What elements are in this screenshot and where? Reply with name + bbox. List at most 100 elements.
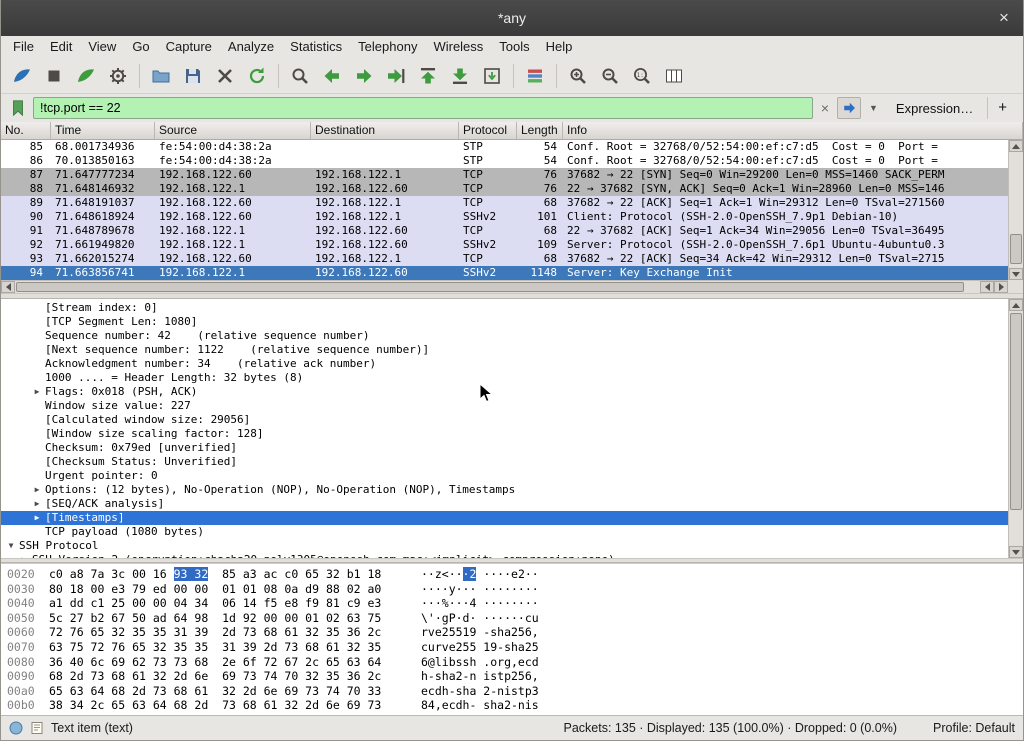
column-header-no[interactable]: No. bbox=[1, 122, 51, 139]
go-back-icon[interactable] bbox=[317, 62, 347, 90]
close-file-icon[interactable] bbox=[210, 62, 240, 90]
start-capture-icon[interactable] bbox=[7, 62, 37, 90]
expander-right-icon[interactable]: ▶ bbox=[29, 497, 45, 511]
column-header-protocol[interactable]: Protocol bbox=[459, 122, 517, 139]
colorize-icon[interactable] bbox=[520, 62, 550, 90]
auto-scroll-icon[interactable] bbox=[477, 62, 507, 90]
detail-line[interactable]: Urgent pointer: 0 bbox=[1, 469, 1008, 483]
hex-row[interactable]: 008036 40 6c 69 62 73 73 68 2e 6f 72 67 … bbox=[7, 655, 1023, 670]
detail-line[interactable]: [Next sequence number: 1122 (relative se… bbox=[1, 343, 1008, 357]
column-header-info[interactable]: Info bbox=[563, 122, 1023, 139]
menu-telephony[interactable]: Telephony bbox=[350, 36, 425, 58]
resize-columns-icon[interactable] bbox=[659, 62, 689, 90]
packet-row[interactable]: 9271.661949820192.168.122.1192.168.122.6… bbox=[1, 238, 1008, 252]
hex-row[interactable]: 00505c 27 b2 67 50 ad 64 98 1d 92 00 00 … bbox=[7, 611, 1023, 626]
add-filter-button[interactable]: + bbox=[987, 97, 1017, 119]
filter-dropdown-icon[interactable]: ▼ bbox=[865, 103, 882, 113]
detail-line[interactable]: [TCP Segment Len: 1080] bbox=[1, 315, 1008, 329]
packet-row[interactable]: 8871.648146932192.168.122.1192.168.122.6… bbox=[1, 182, 1008, 196]
menu-file[interactable]: File bbox=[5, 36, 42, 58]
column-header-source[interactable]: Source bbox=[155, 122, 311, 139]
menu-analyze[interactable]: Analyze bbox=[220, 36, 282, 58]
detail-line[interactable]: Window size value: 227 bbox=[1, 399, 1008, 413]
scroll-left-icon[interactable] bbox=[980, 281, 994, 293]
find-packet-icon[interactable] bbox=[285, 62, 315, 90]
vscroll-thumb[interactable] bbox=[1010, 234, 1022, 264]
menu-go[interactable]: Go bbox=[124, 36, 157, 58]
hex-row[interactable]: 006072 76 65 32 35 35 31 39 2d 73 68 61 … bbox=[7, 625, 1023, 640]
packet-row[interactable]: 8771.647777234192.168.122.60192.168.122.… bbox=[1, 168, 1008, 182]
detail-line[interactable]: 1000 .... = Header Length: 32 bytes (8) bbox=[1, 371, 1008, 385]
expander-down-icon[interactable]: ▼ bbox=[3, 539, 19, 553]
scroll-up-icon[interactable] bbox=[1009, 299, 1023, 311]
detail-line[interactable]: ▼SSH Protocol bbox=[1, 539, 1008, 553]
menu-wireless[interactable]: Wireless bbox=[425, 36, 491, 58]
packet-list-vscrollbar[interactable] bbox=[1008, 140, 1023, 280]
menu-help[interactable]: Help bbox=[538, 36, 581, 58]
menu-statistics[interactable]: Statistics bbox=[282, 36, 350, 58]
detail-line[interactable]: ▶SSH Version 2 (encryption:chacha20-poly… bbox=[1, 553, 1008, 558]
hex-row[interactable]: 009068 2d 73 68 61 32 2d 6e 69 73 74 70 … bbox=[7, 669, 1023, 684]
menu-view[interactable]: View bbox=[80, 36, 124, 58]
hex-row[interactable]: 00a065 63 64 68 2d 73 68 61 32 2d 6e 69 … bbox=[7, 684, 1023, 699]
window-close-button[interactable]: × bbox=[994, 8, 1014, 28]
scroll-up-icon[interactable] bbox=[1009, 140, 1023, 152]
detail-line[interactable]: [Window size scaling factor: 128] bbox=[1, 427, 1008, 441]
zoom-out-icon[interactable] bbox=[595, 62, 625, 90]
expander-right-icon[interactable]: ▶ bbox=[16, 553, 32, 558]
scroll-right-icon[interactable] bbox=[994, 281, 1008, 293]
detail-line[interactable]: ▶[SEQ/ACK analysis] bbox=[1, 497, 1008, 511]
scroll-down-icon[interactable] bbox=[1009, 546, 1023, 558]
detail-line[interactable]: TCP payload (1080 bytes) bbox=[1, 525, 1008, 539]
menu-capture[interactable]: Capture bbox=[158, 36, 220, 58]
packet-row[interactable]: 8971.648191037192.168.122.60192.168.122.… bbox=[1, 196, 1008, 210]
packet-row[interactable]: 8568.001734936fe:54:00:d4:38:2aSTP54Conf… bbox=[1, 140, 1008, 154]
expander-right-icon[interactable]: ▶ bbox=[29, 483, 45, 497]
vscroll-thumb[interactable] bbox=[1010, 313, 1022, 510]
restart-capture-icon[interactable] bbox=[71, 62, 101, 90]
hex-row[interactable]: 0040a1 dd c1 25 00 00 04 34 06 14 f5 e8 … bbox=[7, 596, 1023, 611]
column-header-length[interactable]: Length bbox=[517, 122, 563, 139]
reload-file-icon[interactable] bbox=[242, 62, 272, 90]
zoom-original-icon[interactable]: 1:1 bbox=[627, 62, 657, 90]
filter-clear-icon[interactable]: × bbox=[817, 97, 833, 119]
details-vscrollbar[interactable] bbox=[1008, 299, 1023, 558]
open-file-icon[interactable] bbox=[146, 62, 176, 90]
go-first-packet-icon[interactable] bbox=[413, 62, 443, 90]
detail-line[interactable]: ▶[Timestamps] bbox=[1, 511, 1008, 525]
detail-line[interactable]: Checksum: 0x79ed [unverified] bbox=[1, 441, 1008, 455]
scroll-down-icon[interactable] bbox=[1009, 268, 1023, 280]
packet-row[interactable]: 8670.013850163fe:54:00:d4:38:2aSTP54Conf… bbox=[1, 154, 1008, 168]
detail-line[interactable]: Sequence number: 42 (relative sequence n… bbox=[1, 329, 1008, 343]
display-filter-input[interactable] bbox=[33, 97, 813, 119]
detail-line[interactable]: [Stream index: 0] bbox=[1, 301, 1008, 315]
column-header-time[interactable]: Time bbox=[51, 122, 155, 139]
hex-row[interactable]: 003080 18 00 e3 79 ed 00 00 01 01 08 0a … bbox=[7, 582, 1023, 597]
menu-tools[interactable]: Tools bbox=[491, 36, 537, 58]
filter-apply-icon[interactable] bbox=[837, 97, 861, 119]
hex-row[interactable]: 007063 75 72 76 65 32 35 35 31 39 2d 73 … bbox=[7, 640, 1023, 655]
detail-line[interactable]: Acknowledgment number: 34 (relative ack … bbox=[1, 357, 1008, 371]
go-forward-icon[interactable] bbox=[349, 62, 379, 90]
capture-comment-icon[interactable] bbox=[30, 721, 44, 735]
go-last-packet-icon[interactable] bbox=[445, 62, 475, 90]
expression-button[interactable]: Expression… bbox=[886, 101, 983, 116]
packet-row[interactable]: 9171.648789678192.168.122.1192.168.122.6… bbox=[1, 224, 1008, 238]
scroll-left-icon[interactable] bbox=[1, 281, 15, 293]
filter-bookmark-icon[interactable] bbox=[7, 97, 29, 119]
column-header-destination[interactable]: Destination bbox=[311, 122, 459, 139]
expert-info-icon[interactable] bbox=[9, 721, 23, 735]
packet-list-hscrollbar[interactable] bbox=[1, 280, 1008, 293]
save-file-icon[interactable] bbox=[178, 62, 208, 90]
go-to-packet-icon[interactable] bbox=[381, 62, 411, 90]
detail-line[interactable]: ▶Options: (12 bytes), No-Operation (NOP)… bbox=[1, 483, 1008, 497]
profile-button[interactable]: Profile: Default bbox=[933, 721, 1015, 735]
hex-row[interactable]: 0020c0 a8 7a 3c 00 16 93 32 85 a3 ac c0 … bbox=[7, 567, 1023, 582]
packet-row[interactable]: 9471.663856741192.168.122.1192.168.122.6… bbox=[1, 266, 1008, 280]
zoom-in-icon[interactable] bbox=[563, 62, 593, 90]
menu-edit[interactable]: Edit bbox=[42, 36, 80, 58]
stop-capture-icon[interactable] bbox=[39, 62, 69, 90]
expander-right-icon[interactable]: ▶ bbox=[29, 511, 45, 525]
hex-row[interactable]: 00b038 34 2c 65 63 64 68 2d 73 68 61 32 … bbox=[7, 698, 1023, 713]
packet-row[interactable]: 9071.648618924192.168.122.60192.168.122.… bbox=[1, 210, 1008, 224]
